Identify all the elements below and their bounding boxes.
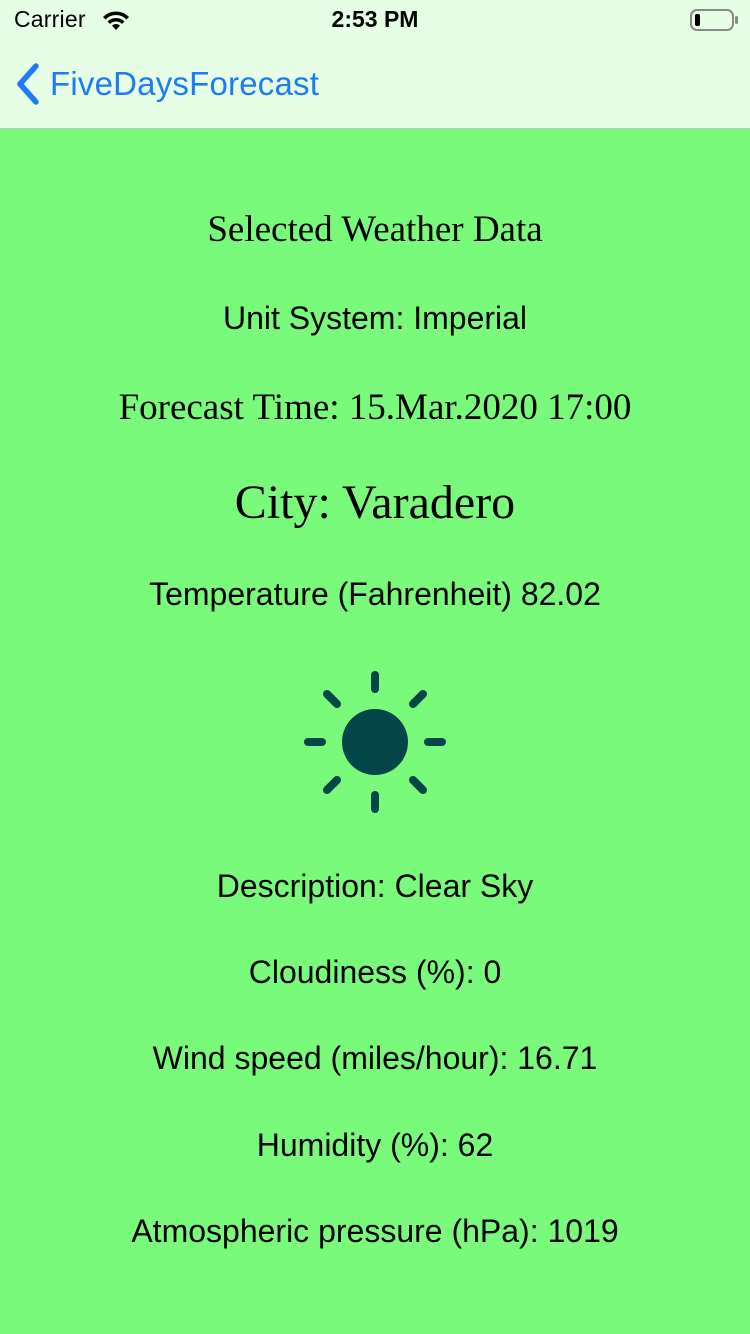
unit-system-label: Unit System: Imperial: [222, 300, 528, 336]
forecast-time-label: Forecast Time: 15.Mar.2020 17:00: [118, 387, 632, 428]
temperature-label: Temperature (Fahrenheit) 82.02: [149, 576, 601, 612]
description-label: Description: Clear Sky: [216, 868, 534, 904]
sun-icon: [304, 671, 446, 813]
wind-speed-label: Wind speed (miles/hour): 16.71: [152, 1040, 598, 1076]
section-heading: Selected Weather Data: [207, 209, 543, 250]
clock-time: 2:53 PM: [331, 6, 419, 32]
back-button[interactable]: FiveDaysForecast: [14, 60, 319, 108]
pressure-label: Atmospheric pressure (hPa): 1019: [131, 1213, 619, 1249]
back-button-label: FiveDaysForecast: [50, 65, 320, 102]
top-bar: Carrier 2:53 PM FiveDaysForecast: [0, 0, 750, 129]
chevron-left-icon: [17, 63, 39, 105]
navigation-bar: FiveDaysForecast: [0, 40, 750, 128]
cloudiness-label: Cloudiness (%): 0: [248, 954, 502, 990]
status-bar: Carrier 2:53 PM: [0, 0, 750, 40]
humidity-label: Humidity (%): 62: [256, 1127, 494, 1163]
city-label: City: Varadero: [234, 476, 516, 529]
battery-icon: [690, 9, 738, 31]
